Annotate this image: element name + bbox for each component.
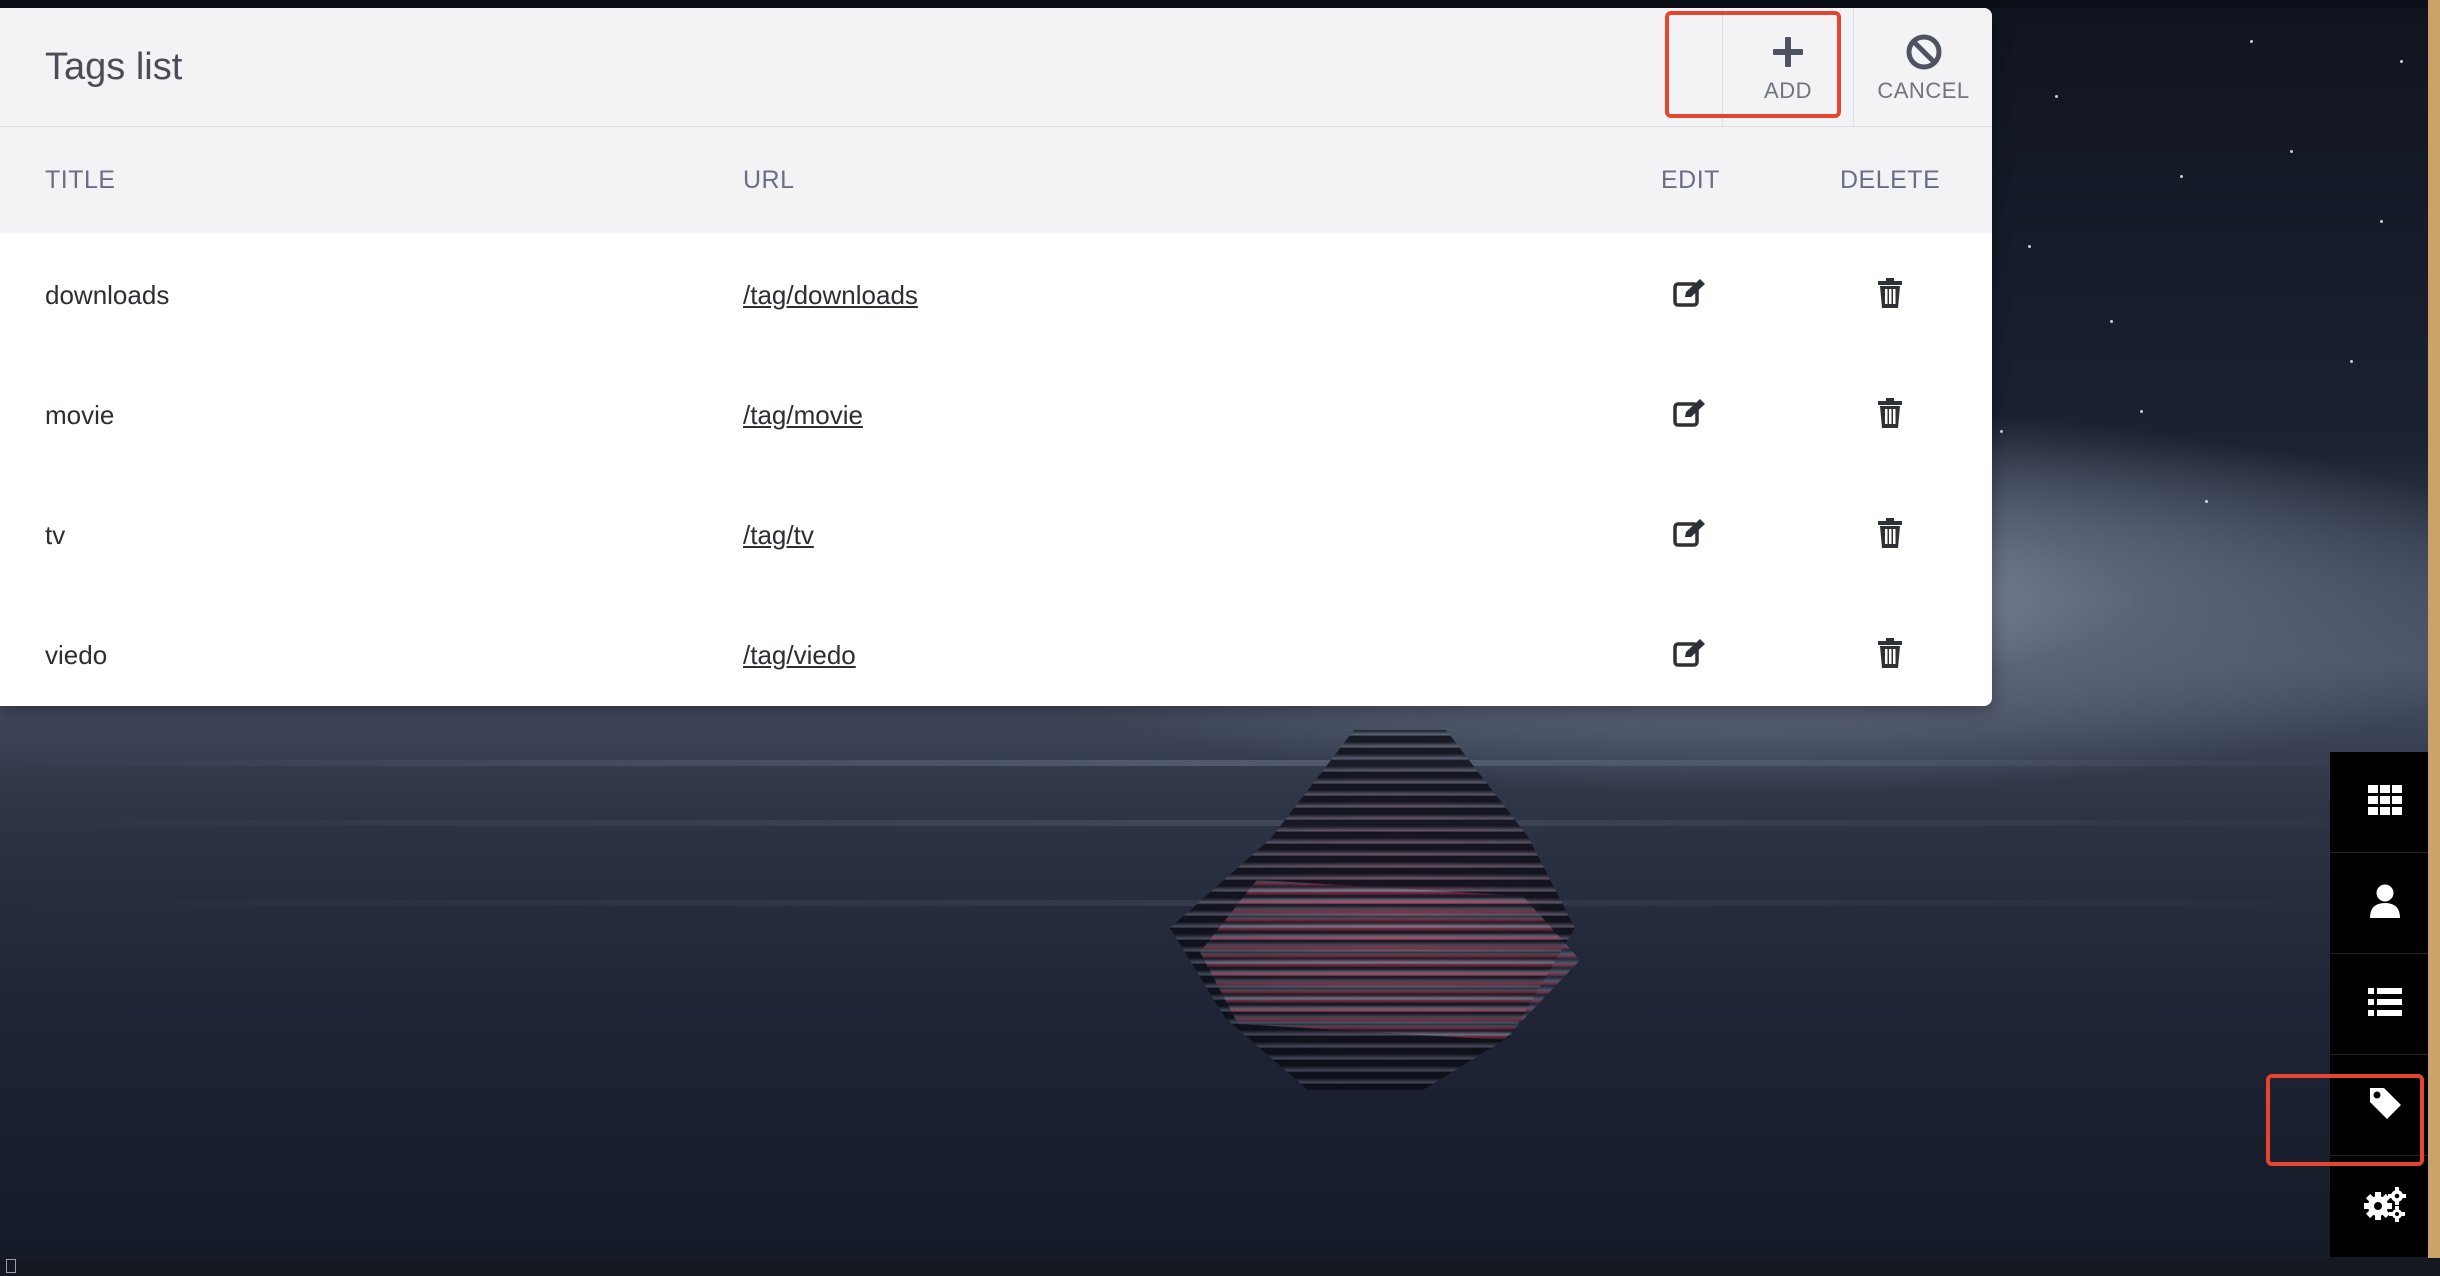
tag-title: tv — [45, 520, 66, 550]
trash-icon — [1878, 637, 1902, 673]
grid-icon — [2368, 784, 2402, 820]
tag-url-link[interactable]: /tag/movie — [743, 355, 863, 475]
column-header-title: TITLE — [45, 166, 116, 194]
cancel-button-label: CANCEL — [1877, 78, 1970, 103]
side-dock — [2330, 752, 2440, 1257]
column-header-delete: DELETE — [1840, 166, 1941, 194]
star — [2110, 320, 2113, 323]
trash-icon — [1878, 397, 1902, 433]
star — [2380, 220, 2383, 223]
top-edge — [0, 0, 2440, 8]
edit-icon — [1673, 398, 1707, 433]
edit-icon — [1673, 518, 1707, 553]
cancel-button[interactable]: CANCEL — [1853, 8, 1992, 126]
tag-title: viedo — [45, 640, 108, 670]
ban-icon — [1905, 30, 1943, 74]
edit-icon — [1673, 278, 1707, 313]
star — [2350, 360, 2353, 363]
delete-button[interactable] — [1860, 355, 1920, 475]
tag-icon — [2368, 1086, 2402, 1125]
tag-url-link[interactable]: /tag/viedo — [743, 595, 856, 706]
dock-settings-button[interactable] — [2330, 1156, 2440, 1256]
tag-title: movie — [45, 400, 115, 430]
star — [2028, 245, 2031, 248]
water-sheen — [0, 760, 2440, 766]
add-button[interactable]: ADD — [1722, 8, 1853, 126]
list-icon — [2368, 987, 2402, 1021]
star — [2000, 430, 2003, 433]
trash-icon — [1878, 277, 1902, 313]
star — [2400, 60, 2403, 63]
cogs-icon — [2364, 1186, 2406, 1227]
corner-marker — [6, 1259, 16, 1273]
dock-list-button[interactable] — [2330, 954, 2440, 1055]
water-sheen — [0, 820, 2440, 826]
edit-icon — [1673, 638, 1707, 673]
star — [2250, 40, 2253, 43]
tags-panel: Tags list ADD CANCEL TITLE URL EDIT DELE… — [0, 8, 1992, 706]
edit-button[interactable] — [1660, 355, 1720, 475]
page-title: Tags list — [45, 46, 183, 88]
edit-button[interactable] — [1660, 475, 1720, 595]
star — [2055, 95, 2058, 98]
table-row: tv /tag/tv — [0, 475, 1992, 595]
user-icon — [2370, 884, 2400, 923]
trash-icon — [1878, 517, 1902, 553]
star — [2290, 150, 2293, 153]
delete-button[interactable] — [1860, 235, 1920, 355]
plus-icon — [1770, 30, 1806, 74]
table-row: movie /tag/movie — [0, 355, 1992, 475]
desktop-background: Tags list ADD CANCEL TITLE URL EDIT DELE… — [0, 0, 2440, 1276]
bottom-bar — [0, 1258, 2440, 1276]
dock-user-button[interactable] — [2330, 853, 2440, 954]
panel-header: Tags list ADD CANCEL — [0, 8, 1992, 127]
dock-tags-button[interactable] — [2330, 1055, 2440, 1156]
tag-url-link[interactable]: /tag/tv — [743, 475, 814, 595]
delete-button[interactable] — [1860, 595, 1920, 706]
column-header-url: URL — [743, 166, 795, 194]
star — [2140, 410, 2143, 413]
table-row: viedo /tag/viedo — [0, 595, 1992, 706]
star — [2180, 175, 2183, 178]
star — [2205, 500, 2208, 503]
table-header: TITLE URL EDIT DELETE — [0, 127, 1992, 233]
column-header-edit: EDIT — [1661, 166, 1720, 194]
tag-url-link[interactable]: /tag/downloads — [743, 235, 918, 355]
window-edge — [2428, 0, 2440, 1276]
table-row: downloads /tag/downloads — [0, 235, 1992, 355]
moon-reflection-red — [1200, 880, 1580, 1040]
add-button-label: ADD — [1764, 78, 1812, 103]
dock-apps-button[interactable] — [2330, 752, 2440, 853]
edit-button[interactable] — [1660, 595, 1720, 706]
edit-button[interactable] — [1660, 235, 1720, 355]
tag-title: downloads — [45, 280, 170, 310]
delete-button[interactable] — [1860, 475, 1920, 595]
